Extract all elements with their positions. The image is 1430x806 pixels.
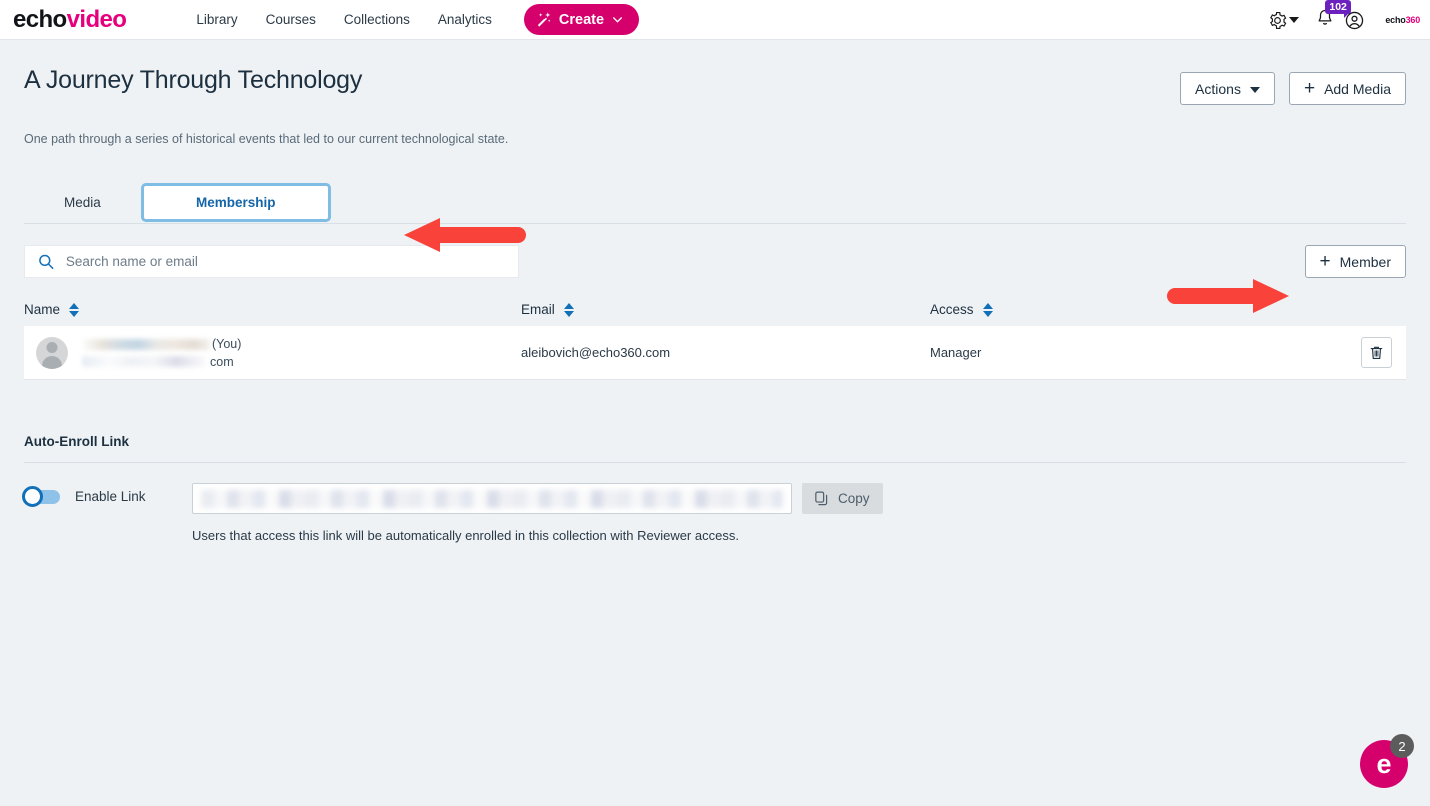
logo-echo-text: echo bbox=[13, 5, 67, 33]
auto-enroll-section-title: Auto-Enroll Link bbox=[24, 434, 129, 449]
settings-menu-button[interactable] bbox=[1268, 11, 1300, 30]
nav-item-collections[interactable]: Collections bbox=[330, 12, 424, 27]
copy-icon bbox=[815, 491, 828, 506]
member-name-cell: (You) com bbox=[24, 336, 521, 369]
page-title: A Journey Through Technology bbox=[24, 66, 363, 94]
section-divider bbox=[24, 462, 1406, 463]
member-actions-cell bbox=[1346, 337, 1406, 368]
redacted-name-line-1 bbox=[82, 338, 210, 350]
avatar bbox=[36, 336, 68, 369]
copy-button-label: Copy bbox=[838, 491, 870, 506]
create-button-label: Create bbox=[558, 11, 605, 28]
chat-widget[interactable]: e 2 bbox=[1360, 734, 1414, 788]
trash-icon bbox=[1370, 346, 1382, 360]
sort-icon[interactable] bbox=[982, 302, 993, 317]
enable-link-toggle[interactable] bbox=[22, 485, 60, 507]
auto-enroll-help-text: Users that access this link will be auto… bbox=[192, 528, 739, 543]
table-row[interactable]: (You) com aleibovich@echo360.com Manager bbox=[24, 326, 1406, 380]
sort-icon[interactable] bbox=[69, 302, 80, 317]
actions-button-label: Actions bbox=[1195, 80, 1241, 97]
chevron-down-icon bbox=[613, 17, 623, 23]
nav-item-courses[interactable]: Courses bbox=[252, 12, 330, 27]
member-email-cell: aleibovich@echo360.com bbox=[521, 345, 671, 360]
members-table-header: Name Email Access bbox=[24, 302, 1406, 326]
main-nav: Library Courses Collections Analytics bbox=[182, 12, 506, 27]
brand-echo-text: echo bbox=[1385, 15, 1406, 25]
page-description: One path through a series of historical … bbox=[24, 132, 509, 146]
search-input[interactable] bbox=[65, 254, 518, 269]
plus-icon: + bbox=[1303, 78, 1316, 99]
column-header-email[interactable]: Email bbox=[521, 302, 574, 317]
name-second-line: com bbox=[210, 354, 234, 369]
enable-link-toggle-group: Enable Link bbox=[22, 483, 192, 507]
notifications-button[interactable]: 102 bbox=[1315, 0, 1351, 33]
toggle-knob bbox=[22, 485, 43, 507]
plus-icon: + bbox=[1319, 251, 1331, 272]
redacted-link-value bbox=[201, 489, 783, 508]
top-bar-right-controls: 102 echo360 bbox=[1268, 0, 1420, 40]
search-container[interactable] bbox=[24, 245, 519, 278]
nav-item-analytics[interactable]: Analytics bbox=[424, 12, 506, 27]
add-member-button-label: Member bbox=[1339, 253, 1391, 270]
column-header-name-label: Name bbox=[24, 302, 61, 317]
column-header-access-label: Access bbox=[930, 302, 974, 317]
create-button[interactable]: Create bbox=[523, 4, 640, 35]
logo-video-text: video bbox=[66, 5, 127, 33]
magic-wand-icon bbox=[537, 12, 551, 27]
gear-icon bbox=[1270, 11, 1287, 29]
add-member-button[interactable]: + Member bbox=[1304, 245, 1406, 278]
auto-enroll-row: Enable Link Copy bbox=[22, 483, 1406, 514]
page-content: A Journey Through Technology Actions + A… bbox=[0, 40, 1430, 543]
column-header-access[interactable]: Access bbox=[930, 302, 993, 317]
account-icon bbox=[1345, 11, 1364, 29]
chat-avatar-letter: e bbox=[1376, 748, 1392, 779]
delete-member-button[interactable] bbox=[1360, 337, 1392, 368]
tab-bar: Media Membership bbox=[24, 182, 1406, 224]
tab-membership[interactable]: Membership bbox=[140, 183, 331, 222]
auto-enroll-link-field[interactable] bbox=[192, 483, 792, 514]
add-media-button[interactable]: + Add Media bbox=[1288, 72, 1406, 105]
brand-360-text: 360 bbox=[1405, 15, 1421, 25]
top-navigation-bar: echovideo Library Courses Collections An… bbox=[0, 0, 1430, 40]
echo360-brand-logo: echo360 bbox=[1385, 15, 1420, 25]
member-access-cell: Manager bbox=[930, 345, 982, 360]
nav-item-library[interactable]: Library bbox=[182, 12, 251, 27]
chevron-down-icon bbox=[1249, 86, 1260, 93]
column-header-name[interactable]: Name bbox=[24, 302, 80, 317]
sort-icon[interactable] bbox=[563, 302, 574, 317]
member-name-redacted: (You) com bbox=[82, 337, 241, 369]
search-icon bbox=[39, 254, 54, 269]
account-button[interactable] bbox=[1341, 7, 1367, 33]
column-header-email-label: Email bbox=[521, 302, 555, 317]
enable-link-label: Enable Link bbox=[75, 489, 146, 504]
add-media-button-label: Add Media bbox=[1324, 80, 1391, 97]
copy-link-button[interactable]: Copy bbox=[802, 483, 883, 514]
page-header-actions: Actions + Add Media bbox=[1180, 66, 1406, 105]
redacted-name-line-2 bbox=[82, 355, 206, 367]
tab-media[interactable]: Media bbox=[24, 182, 141, 224]
chat-unread-badge[interactable]: 2 bbox=[1390, 734, 1414, 758]
you-label: (You) bbox=[212, 336, 242, 351]
actions-button[interactable]: Actions bbox=[1180, 72, 1275, 105]
page-header-row: A Journey Through Technology Actions + A… bbox=[24, 40, 1406, 105]
echovideo-logo[interactable]: echovideo bbox=[13, 5, 127, 33]
chevron-down-icon bbox=[1289, 17, 1300, 23]
membership-toolbar: + Member bbox=[24, 245, 1406, 278]
